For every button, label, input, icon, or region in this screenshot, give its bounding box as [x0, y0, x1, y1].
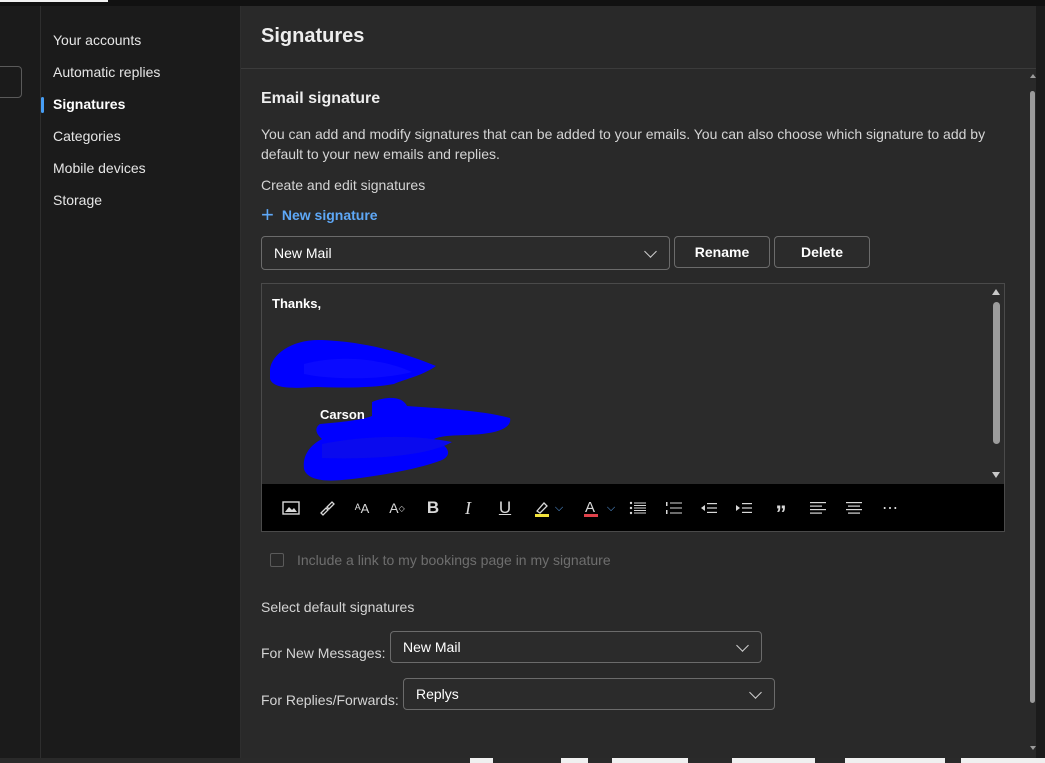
font-color-icon[interactable]: A — [578, 496, 604, 520]
new-messages-value: New Mail — [403, 639, 461, 655]
create-edit-label: Create and edit signatures — [261, 177, 426, 193]
font-size-icon[interactable]: ᴬA — [349, 496, 375, 520]
numbering-icon[interactable] — [661, 496, 687, 520]
font-color-dropdown-icon[interactable]: ⌵ — [603, 496, 619, 520]
nav-item-signatures[interactable]: Signatures — [53, 94, 125, 114]
settings-nav: Your accounts Automatic replies Signatur… — [41, 6, 241, 758]
signatures-panel: Signatures Email signature You can add a… — [241, 6, 1036, 758]
increase-indent-icon[interactable] — [731, 496, 757, 520]
scroll-up-icon[interactable] — [1030, 74, 1036, 78]
redaction-scribble — [270, 339, 511, 481]
delete-button[interactable]: Delete — [774, 236, 870, 268]
nav-active-indicator — [41, 97, 44, 113]
quote-icon[interactable]: ” — [768, 496, 794, 526]
decrease-indent-icon[interactable] — [696, 496, 722, 520]
scroll-down-icon[interactable] — [992, 472, 1000, 478]
nav-item-your-accounts[interactable]: Your accounts — [53, 30, 141, 50]
font-grow-icon[interactable]: A ◇ — [384, 496, 410, 520]
signature-description: You can add and modify signatures that c… — [261, 126, 986, 162]
align-left-icon[interactable] — [805, 496, 831, 520]
plus-icon: + — [261, 202, 274, 227]
align-center-icon[interactable] — [841, 496, 867, 520]
page-title: Signatures — [261, 25, 365, 47]
section-title: Email signature — [261, 90, 381, 107]
signature-select[interactable]: New Mail — [261, 236, 670, 270]
right-edge — [1040, 6, 1045, 758]
replies-select[interactable]: Replys — [403, 678, 775, 710]
editor-scroll-thumb[interactable] — [993, 302, 1000, 444]
signature-editor[interactable]: Thanks, Carson ᴬA A ◇ B I U ⌵ A ⌵ ” ⋯ — [261, 283, 1005, 532]
default-signatures-title: Select default signatures — [261, 599, 415, 615]
taskbar-segment — [945, 758, 961, 763]
new-messages-select[interactable]: New Mail — [390, 631, 762, 663]
bullets-icon[interactable] — [625, 496, 651, 520]
chevron-down-icon — [736, 639, 749, 652]
editor-scrollbar[interactable] — [988, 284, 1004, 484]
panel-scroll-thumb[interactable] — [1030, 91, 1035, 703]
bookings-checkbox[interactable] — [270, 553, 284, 567]
bold-icon[interactable]: B — [420, 496, 446, 520]
svg-text:A: A — [585, 499, 595, 516]
format-painter-icon[interactable] — [314, 496, 340, 520]
new-messages-label: For New Messages: — [261, 645, 386, 661]
top-strip-highlight — [0, 0, 108, 2]
bookings-checkbox-label: Include a link to my bookings page in my… — [297, 552, 611, 568]
replies-label: For Replies/Forwards: — [261, 692, 399, 708]
left-rail-button[interactable] — [0, 66, 22, 98]
signature-select-value: New Mail — [274, 245, 332, 261]
nav-item-storage[interactable]: Storage — [53, 190, 102, 210]
more-options-icon[interactable]: ⋯ — [877, 496, 903, 520]
italic-icon[interactable]: I — [455, 496, 481, 520]
new-signature-button[interactable]: + New signature — [261, 202, 378, 227]
nav-item-categories[interactable]: Categories — [53, 126, 121, 146]
replies-value: Replys — [416, 686, 459, 702]
nav-item-mobile-devices[interactable]: Mobile devices — [53, 158, 146, 178]
taskbar-strip — [0, 758, 1045, 763]
scroll-up-icon[interactable] — [992, 289, 1000, 295]
chevron-down-icon — [644, 245, 657, 258]
taskbar-segment — [493, 758, 561, 763]
new-signature-label: New signature — [281, 207, 378, 223]
taskbar-segment — [0, 758, 470, 763]
signature-name: Carson — [320, 407, 365, 422]
rename-button[interactable]: Rename — [674, 236, 770, 268]
left-rail — [0, 6, 41, 758]
editor-content[interactable]: Thanks, Carson — [262, 284, 990, 484]
panel-scrollbar[interactable] — [1026, 68, 1040, 756]
taskbar-segment — [588, 758, 612, 763]
underline-icon[interactable]: U — [492, 496, 518, 520]
chevron-down-icon — [749, 686, 762, 699]
nav-item-automatic-replies[interactable]: Automatic replies — [53, 62, 160, 82]
scroll-down-icon[interactable] — [1030, 746, 1036, 750]
highlight-dropdown-icon[interactable]: ⌵ — [551, 496, 567, 520]
taskbar-segment — [688, 758, 732, 763]
image-icon[interactable] — [278, 496, 304, 520]
taskbar-segment — [815, 758, 845, 763]
format-toolbar: ᴬA A ◇ B I U ⌵ A ⌵ ” ⋯ — [262, 484, 1004, 531]
panel-header: Signatures — [241, 6, 1036, 69]
